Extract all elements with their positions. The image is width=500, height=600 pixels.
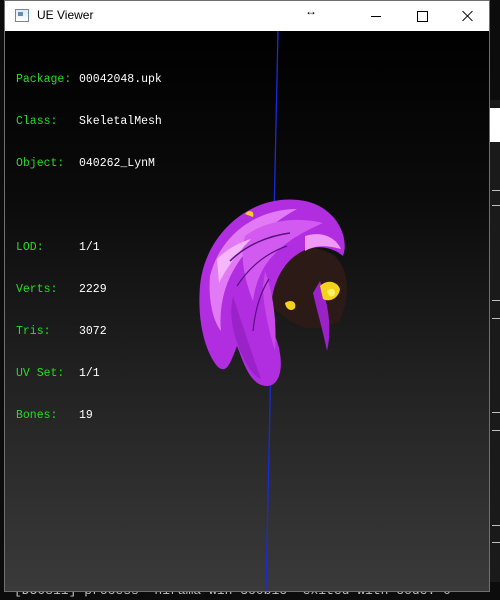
background-tick xyxy=(492,205,500,206)
info-value: 2229 xyxy=(79,283,107,296)
info-label-text: Class xyxy=(16,115,51,128)
info-value: 1/1 xyxy=(79,241,100,254)
info-label: Verts: xyxy=(16,283,58,296)
info-label: Package: xyxy=(16,73,72,86)
info-value: 3072 xyxy=(79,325,107,338)
info-row-package: Package: 00042048.upk xyxy=(16,73,162,87)
info-label: Object: xyxy=(16,157,65,170)
info-label: Tris: xyxy=(16,325,51,338)
background-strip xyxy=(490,108,500,142)
info-row-lod: LOD: 1/1 xyxy=(16,241,162,255)
info-row-uvset: UV Set: 1/1 xyxy=(16,367,162,381)
close-icon xyxy=(462,10,474,22)
3d-viewport[interactable]: Package: 00042048.upk Class: SkeletalMesh … xyxy=(5,31,489,591)
info-label-text: Tris xyxy=(16,325,44,338)
background-tick xyxy=(492,190,500,191)
background-console-edge xyxy=(490,100,500,600)
background-tick xyxy=(492,542,500,543)
info-label-text: UV Set xyxy=(16,367,58,380)
info-label: Bones: xyxy=(16,409,58,422)
maximize-icon xyxy=(416,10,428,22)
background-tick xyxy=(492,318,500,319)
info-label-text: Package xyxy=(16,73,65,86)
mesh-info-panel: Package: 00042048.upk Class: SkeletalMesh … xyxy=(16,45,162,451)
info-label: LOD: xyxy=(16,241,44,254)
info-value: SkeletalMesh xyxy=(79,115,162,128)
background-tick xyxy=(492,525,500,526)
window-title: UE Viewer xyxy=(37,8,94,22)
app-icon xyxy=(15,9,29,22)
info-label: Class: xyxy=(16,115,58,128)
info-row-object: Object: 040262_LynM xyxy=(16,157,162,171)
background-tick xyxy=(492,412,500,413)
close-button[interactable] xyxy=(445,1,491,31)
info-value: 1/1 xyxy=(79,367,100,380)
info-label: UV Set: xyxy=(16,367,65,380)
ue-viewer-window: UE Viewer ↔ Package: 00042048.upk Class:… xyxy=(4,0,490,592)
maximize-button[interactable] xyxy=(399,1,445,31)
minimize-button[interactable] xyxy=(353,1,399,31)
info-value: 040262_LynM xyxy=(79,157,155,170)
info-label-text: Verts xyxy=(16,283,51,296)
minimize-icon xyxy=(371,15,381,17)
info-row-tris: Tris: 3072 xyxy=(16,325,162,339)
info-row-class: Class: SkeletalMesh xyxy=(16,115,162,129)
resize-cursor-icon: ↔ xyxy=(305,4,317,18)
info-value: 19 xyxy=(79,409,93,422)
info-label-text: LOD xyxy=(16,241,37,254)
info-label-text: Object xyxy=(16,157,58,170)
background-tick xyxy=(492,300,500,301)
info-label-text: Bones xyxy=(16,409,51,422)
info-row-bones: Bones: 19 xyxy=(16,409,162,423)
hair-mesh-model xyxy=(199,199,347,386)
background-tick xyxy=(492,430,500,431)
info-value: 00042048.upk xyxy=(79,73,162,86)
title-bar[interactable]: UE Viewer ↔ xyxy=(5,1,489,31)
info-row-verts: Verts: 2229 xyxy=(16,283,162,297)
